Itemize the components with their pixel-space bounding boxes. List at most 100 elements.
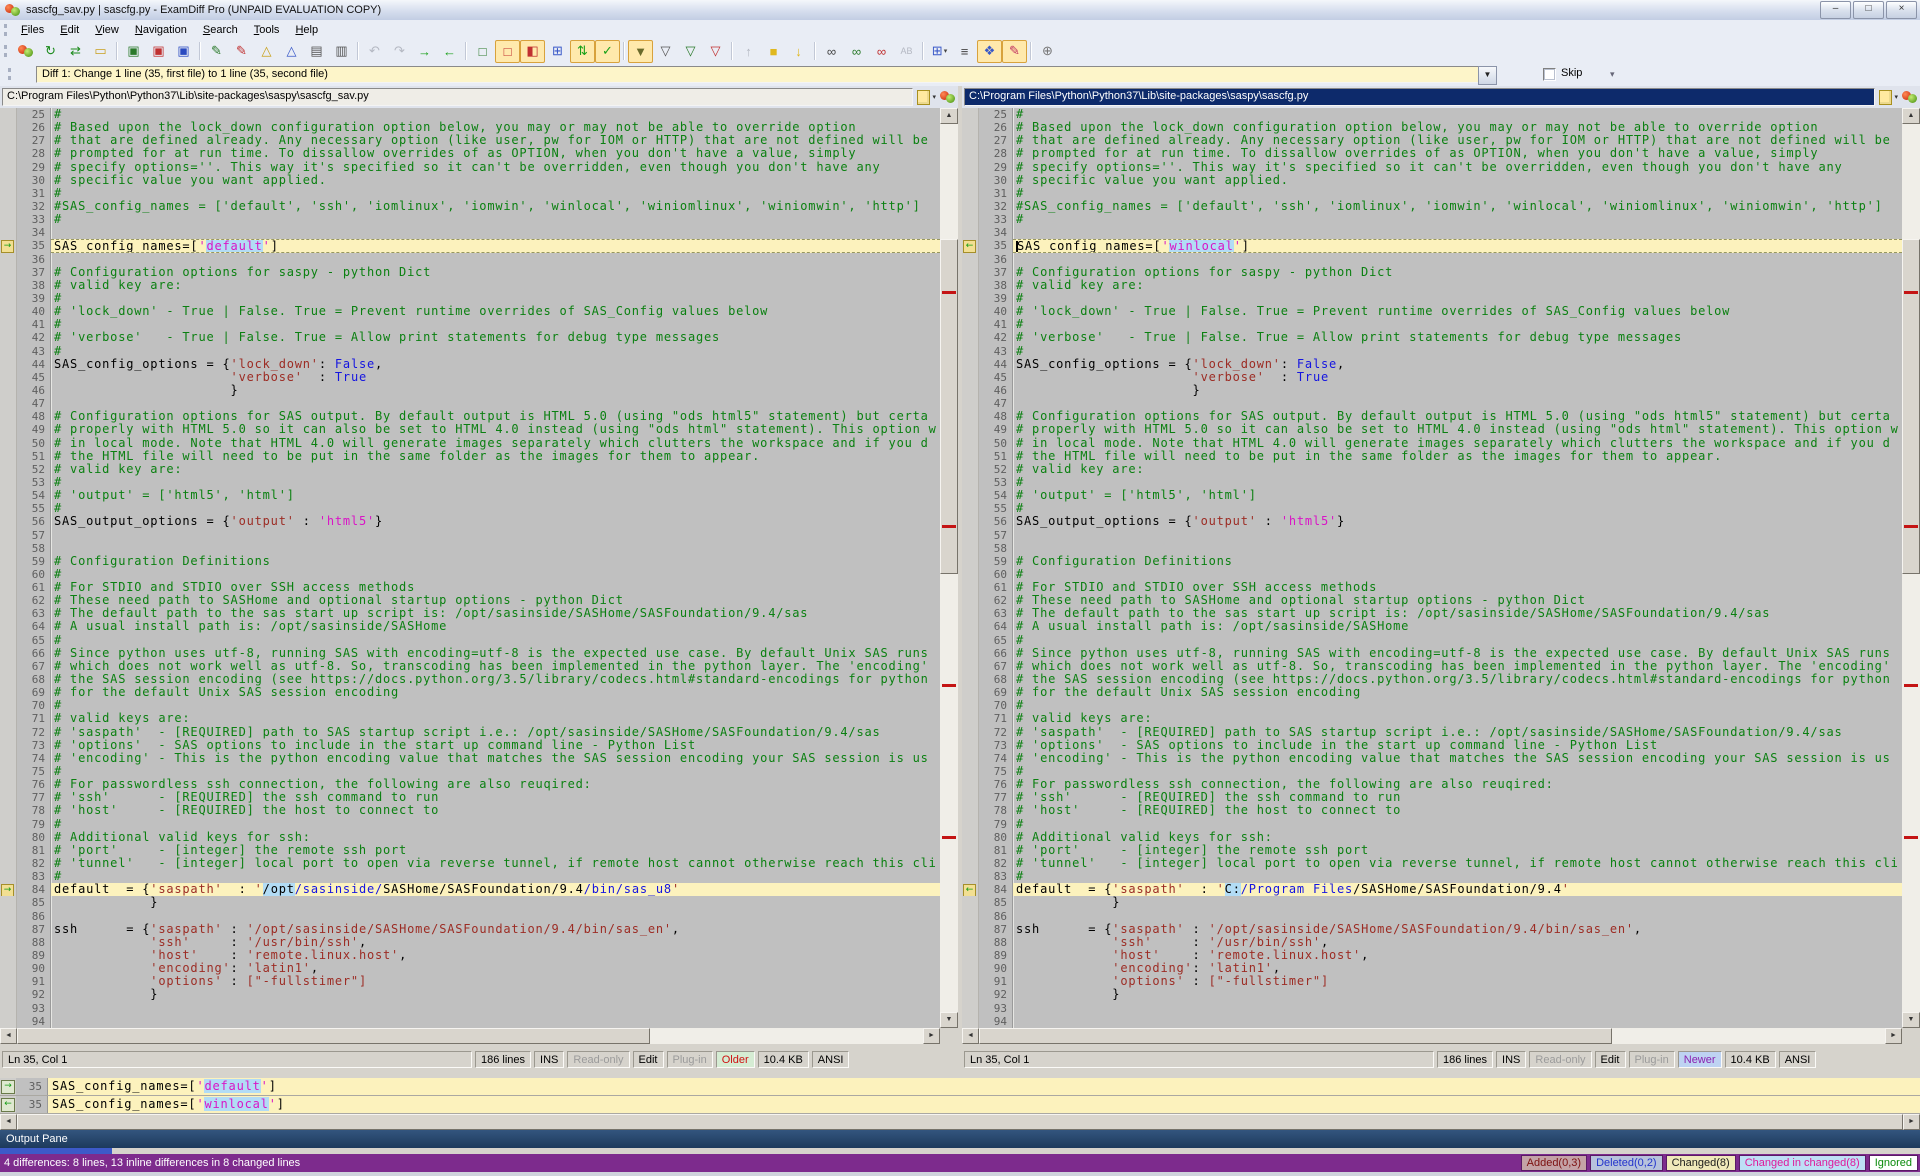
diff-detail-row[interactable]: →35SAS_config_names=['default'] xyxy=(0,1078,1920,1096)
scroll-left-icon[interactable]: ◄ xyxy=(0,1028,17,1044)
filter-deleted-button[interactable]: ▽ xyxy=(678,40,703,63)
find-button[interactable]: ∞ xyxy=(819,40,844,63)
scroll-right-icon[interactable]: ► xyxy=(1885,1028,1902,1044)
scroll-right-icon[interactable]: ► xyxy=(923,1028,940,1044)
skip-checkbox[interactable] xyxy=(1543,68,1556,81)
synchronize-scrolling-button[interactable]: ⇅ xyxy=(570,40,595,63)
menu-item-help[interactable]: Help xyxy=(287,22,326,38)
previous-difference-button[interactable]: ← xyxy=(437,40,462,63)
scroll-track[interactable] xyxy=(1902,124,1920,1012)
menu-item-files[interactable]: Files xyxy=(13,22,52,38)
word-wrap-button[interactable]: ≡ xyxy=(952,40,977,63)
color-options-button[interactable]: ✎ xyxy=(1002,40,1027,63)
save-all-button[interactable]: ▣ xyxy=(171,40,196,63)
find-next-button[interactable]: ∞ xyxy=(844,40,869,63)
horizontal-scrollbar-bottom[interactable]: ◄ ► xyxy=(0,1114,1920,1130)
maximize-button[interactable]: □ xyxy=(1853,1,1884,19)
diff-combo-dropdown-icon[interactable]: ▼ xyxy=(1478,66,1497,85)
toolbar-grip[interactable] xyxy=(4,45,7,57)
diff-marker-right-icon[interactable]: → xyxy=(1,240,14,253)
file-path-second[interactable]: C:\Program Files\Python\Python37\Lib\sit… xyxy=(964,88,1875,106)
save-second-button[interactable]: ▣ xyxy=(146,40,171,63)
scroll-up-icon[interactable]: ▲ xyxy=(1902,108,1920,124)
horizontal-scrollbar-second[interactable]: ◄ ► xyxy=(962,1028,1902,1044)
previous-change-button[interactable]: ↑ xyxy=(736,40,761,63)
vertical-scrollbar-first[interactable]: ▲ ▼ xyxy=(940,108,958,1028)
diff-mark[interactable] xyxy=(942,525,956,528)
toolbar-overflow-icon[interactable]: ▾ xyxy=(1610,69,1615,80)
save-first-button[interactable]: ▣ xyxy=(121,40,146,63)
file-path-first[interactable]: C:\Program Files\Python\Python37\Lib\sit… xyxy=(2,88,913,106)
scroll-left-icon[interactable]: ◄ xyxy=(0,1114,17,1130)
menu-item-tools[interactable]: Tools xyxy=(246,22,288,38)
diff-mark[interactable] xyxy=(942,836,956,839)
open-files-button[interactable]: ▭ xyxy=(88,40,113,63)
refresh-button[interactable]: ↻ xyxy=(38,40,63,63)
toolbar-grip[interactable] xyxy=(4,24,7,36)
scroll-thumb[interactable] xyxy=(1902,239,1920,574)
current-diff-combo[interactable]: Diff 1: Change 1 line (35, first file) t… xyxy=(36,66,1483,83)
menu-item-search[interactable]: Search xyxy=(195,22,246,38)
toolbar-grip[interactable] xyxy=(8,68,11,80)
find-previous-button[interactable]: ∞ xyxy=(869,40,894,63)
edit-second-button[interactable]: ✎ xyxy=(229,40,254,63)
scroll-track[interactable] xyxy=(940,124,958,1012)
path-dropdown-icon[interactable]: ▾ xyxy=(1894,93,1898,101)
scroll-left-icon[interactable]: ◄ xyxy=(962,1028,979,1044)
code-editor-first[interactable]: 25#26# Based upon the lock_down configur… xyxy=(0,108,940,1028)
settings-button[interactable]: ⊕ xyxy=(1035,40,1060,63)
filter-all-button[interactable]: ▼ xyxy=(628,40,653,63)
code-editor-second[interactable]: 25#26# Based upon the lock_down configur… xyxy=(962,108,1902,1028)
plugins-button[interactable]: ❖ xyxy=(977,40,1002,63)
match-case-button[interactable]: AB xyxy=(894,40,919,63)
redo-button[interactable]: ↷ xyxy=(387,40,412,63)
next-change-button[interactable]: ↓ xyxy=(786,40,811,63)
show-different-button[interactable]: □ xyxy=(495,40,520,63)
view-options-button[interactable]: ⊞▾ xyxy=(927,40,952,63)
recompare-first-button[interactable]: △ xyxy=(254,40,279,63)
next-difference-button[interactable]: → xyxy=(412,40,437,63)
diff-marker-right-icon[interactable]: → xyxy=(1,884,14,897)
diff-mark[interactable] xyxy=(942,291,956,294)
minimize-button[interactable]: – xyxy=(1820,1,1851,19)
horizontal-scrollbar-first[interactable]: ◄ ► xyxy=(0,1028,940,1044)
show-blocks-button[interactable]: ⊞ xyxy=(545,40,570,63)
menu-item-navigation[interactable]: Navigation xyxy=(127,22,195,38)
scroll-right-icon[interactable]: ► xyxy=(1903,1114,1920,1130)
diff-mark[interactable] xyxy=(942,684,956,687)
compare-button[interactable] xyxy=(13,40,38,63)
scroll-thumb[interactable] xyxy=(940,239,958,574)
edit-first-button[interactable]: ✎ xyxy=(204,40,229,63)
menu-item-view[interactable]: View xyxy=(87,22,127,38)
scroll-thumb[interactable] xyxy=(17,1114,1903,1130)
diff-marker-left-icon[interactable]: ← xyxy=(963,240,976,253)
diff-mark[interactable] xyxy=(1904,291,1918,294)
menu-item-edit[interactable]: Edit xyxy=(52,22,87,38)
diff-detail-row[interactable]: ←35SAS_config_names=['winlocal'] xyxy=(0,1096,1920,1114)
filter-changed-button[interactable]: ▽ xyxy=(703,40,728,63)
print-button[interactable]: ▤ xyxy=(304,40,329,63)
filter-added-button[interactable]: ▽ xyxy=(653,40,678,63)
diff-marker-left-icon[interactable]: ← xyxy=(963,884,976,897)
copy-path-icon[interactable] xyxy=(1879,90,1892,105)
current-change-button[interactable]: ■ xyxy=(761,40,786,63)
recompare-second-button[interactable]: △ xyxy=(279,40,304,63)
print-preview-button[interactable]: ▥ xyxy=(329,40,354,63)
undo-button[interactable]: ↶ xyxy=(362,40,387,63)
examdiff-file-icon[interactable] xyxy=(1902,90,1917,104)
examdiff-file-icon[interactable] xyxy=(940,90,955,104)
swap-panes-button[interactable]: ⇄ xyxy=(63,40,88,63)
scroll-down-icon[interactable]: ▼ xyxy=(940,1012,958,1028)
vertical-scrollbar-second[interactable]: ▲ ▼ xyxy=(1902,108,1920,1028)
scroll-thumb[interactable] xyxy=(17,1028,650,1044)
scroll-thumb[interactable] xyxy=(979,1028,1612,1044)
show-identical-button[interactable]: □ xyxy=(470,40,495,63)
path-dropdown-icon[interactable]: ▾ xyxy=(932,93,936,101)
auto-recompare-button[interactable]: ✓ xyxy=(595,40,620,63)
show-moved-button[interactable]: ◧ xyxy=(520,40,545,63)
scroll-up-icon[interactable]: ▲ xyxy=(940,108,958,124)
close-button[interactable]: × xyxy=(1886,1,1917,19)
diff-mark[interactable] xyxy=(1904,684,1918,687)
diff-mark[interactable] xyxy=(1904,525,1918,528)
diff-mark[interactable] xyxy=(1904,836,1918,839)
